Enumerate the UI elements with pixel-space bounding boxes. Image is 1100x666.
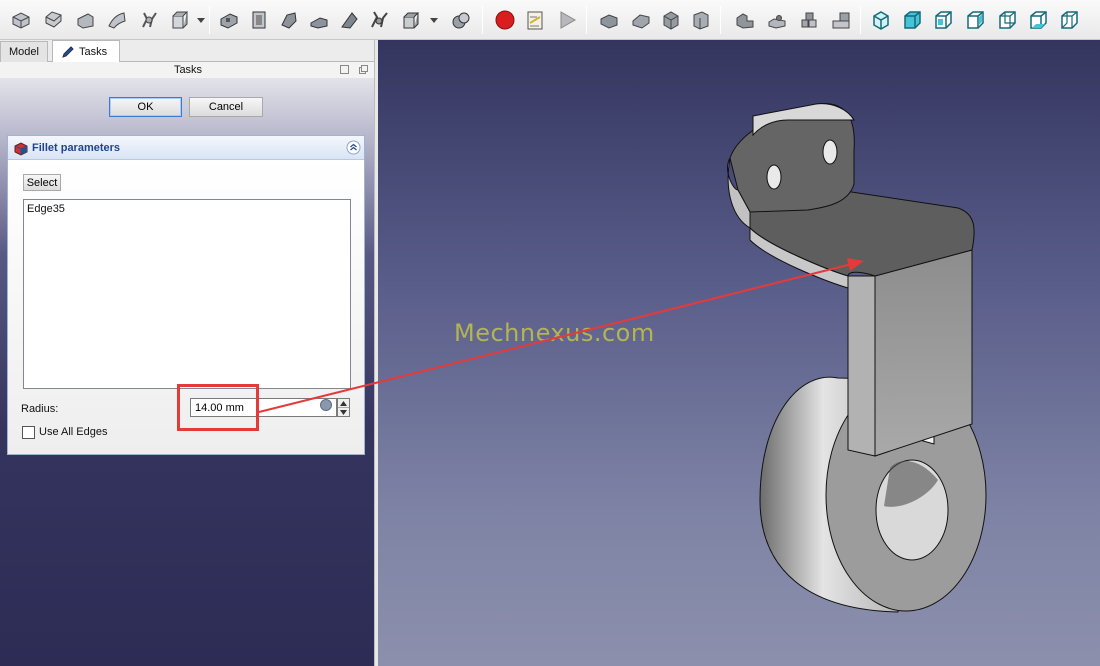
shape-builder-icon[interactable] <box>448 7 474 33</box>
sweep-icon[interactable] <box>166 7 192 33</box>
3d-model-bracket[interactable] <box>378 40 1100 666</box>
loft-icon[interactable] <box>136 7 162 33</box>
axo-view-icon[interactable] <box>899 7 925 33</box>
spin-up-icon[interactable] <box>338 399 349 408</box>
revolve-icon[interactable] <box>398 7 424 33</box>
face-icon[interactable] <box>72 7 98 33</box>
bottom-cube-view-icon[interactable] <box>1025 7 1051 33</box>
right-cube-view-icon[interactable] <box>962 7 988 33</box>
tab-model-label: Model <box>9 46 39 58</box>
float-panel-icon[interactable] <box>340 65 349 74</box>
tab-bar: Model Tasks <box>0 40 376 62</box>
use-all-edges-checkbox[interactable] <box>22 426 35 439</box>
radius-spinbox[interactable] <box>337 398 350 417</box>
pencil-icon <box>62 45 74 58</box>
left-cube-view-icon[interactable] <box>1056 7 1082 33</box>
tab-tasks[interactable]: Tasks <box>52 40 120 62</box>
chevron-down-icon[interactable] <box>430 16 438 24</box>
isometric-view-icon[interactable] <box>868 7 894 33</box>
measure-icon[interactable] <box>828 7 854 33</box>
bottom-view-icon[interactable] <box>764 7 790 33</box>
ruled-surface-icon[interactable] <box>104 7 130 33</box>
ok-button[interactable]: OK <box>109 97 182 117</box>
radius-label: Radius: <box>21 403 59 415</box>
rear-cube-view-icon[interactable] <box>994 7 1020 33</box>
tasks-panel-title: Tasks <box>173 64 203 76</box>
chamfer-icon[interactable] <box>40 7 66 33</box>
cross-sections-icon[interactable] <box>246 7 272 33</box>
top-view-icon[interactable] <box>658 7 684 33</box>
right-view-icon[interactable] <box>688 7 714 33</box>
expression-icon[interactable] <box>320 399 332 411</box>
section-icon[interactable] <box>216 7 242 33</box>
rear-view-icon[interactable] <box>732 7 758 33</box>
close-icon[interactable] <box>359 65 368 74</box>
collapse-icon[interactable] <box>346 140 361 155</box>
fillet-icon[interactable] <box>8 7 34 33</box>
3d-viewport[interactable]: Mechnexus.com <box>378 40 1100 666</box>
wireframe-view-icon[interactable] <box>930 7 956 33</box>
extrude-icon[interactable] <box>366 7 392 33</box>
box-view-icon[interactable] <box>596 7 622 33</box>
fillet-icon <box>14 141 28 156</box>
tasks-panel-header: Tasks <box>0 62 376 78</box>
list-item[interactable]: Edge35 <box>27 203 347 215</box>
fillet-panel-title: Fillet parameters <box>32 141 121 154</box>
run-macro-icon[interactable] <box>554 7 580 33</box>
fillet-panel-header: Fillet parameters <box>8 136 364 160</box>
spin-down-icon[interactable] <box>338 408 349 417</box>
chevron-down-icon[interactable] <box>197 16 205 24</box>
cancel-button[interactable]: Cancel <box>189 97 263 117</box>
projection-icon[interactable] <box>336 7 362 33</box>
macro-editor-icon[interactable] <box>522 7 548 33</box>
left-view-icon[interactable] <box>796 7 822 33</box>
front-view-icon[interactable] <box>628 7 654 33</box>
offset-icon[interactable] <box>276 7 302 33</box>
toolbar <box>0 0 1100 40</box>
edge-list[interactable]: Edge35 <box>23 199 351 389</box>
watermark: Mechnexus.com <box>454 319 655 347</box>
combo-view: Model Tasks Tasks OK Cancel Fillet param… <box>0 40 376 666</box>
tab-tasks-label: Tasks <box>79 45 108 58</box>
record-macro-icon[interactable] <box>492 7 518 33</box>
radius-highlight-box <box>177 384 259 431</box>
use-all-edges-label: Use All Edges <box>39 426 108 438</box>
tab-model[interactable]: Model <box>0 41 48 62</box>
task-area: OK Cancel Fillet parameters Select Edge3… <box>0 78 374 666</box>
thickness-icon[interactable] <box>306 7 332 33</box>
select-button[interactable]: Select <box>23 174 61 191</box>
